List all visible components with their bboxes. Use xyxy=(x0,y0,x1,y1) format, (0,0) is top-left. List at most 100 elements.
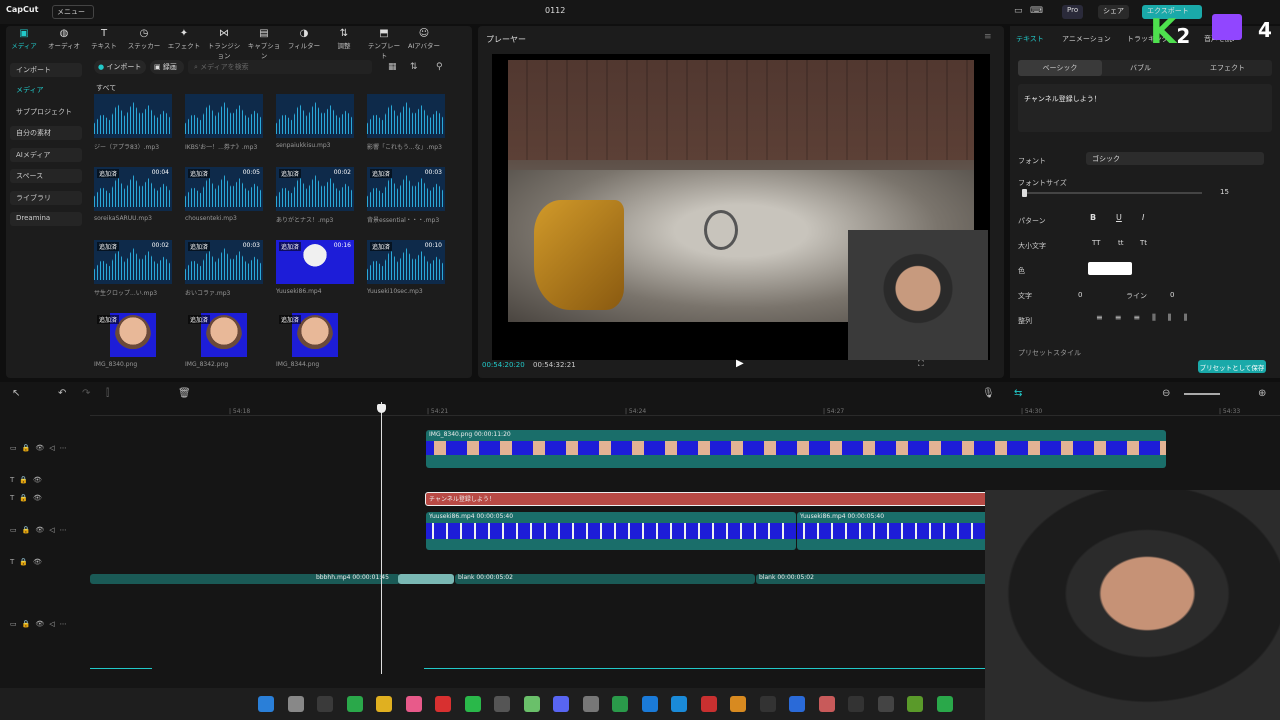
pro-button[interactable]: Pro xyxy=(1062,5,1084,19)
g-icon[interactable] xyxy=(759,696,776,712)
sidebar-item[interactable]: インポート xyxy=(10,63,82,77)
vim-icon[interactable] xyxy=(523,696,540,712)
media-tile[interactable]: 追加済 00:02 サ生クロップ...い.mp3 xyxy=(94,240,172,304)
folder-icon[interactable] xyxy=(376,696,392,712)
track-controls-text-1[interactable]: T🔒👁 xyxy=(10,476,47,484)
playhead-handle[interactable] xyxy=(377,404,386,413)
app-icon[interactable] xyxy=(700,696,717,712)
toolbar-sticker[interactable]: ◷ ステッカー xyxy=(126,28,162,50)
undo-icon[interactable]: ↶ xyxy=(58,388,66,399)
play-icon[interactable]: ▶ xyxy=(736,358,744,369)
bold-icon[interactable]: B xyxy=(1090,213,1096,222)
start-icon[interactable] xyxy=(258,696,274,712)
uppercase-icon[interactable]: TT xyxy=(1092,239,1100,247)
sidebar-item[interactable]: 自分の素材 xyxy=(10,126,82,140)
toolbar-adjust[interactable]: ⇅ 調整 xyxy=(326,28,362,50)
toolbar-caption[interactable]: ▤ キャプション xyxy=(246,28,282,60)
app-icon[interactable] xyxy=(818,696,835,712)
split-icon[interactable]: ⫿ xyxy=(106,388,109,399)
subtab-bubble[interactable]: バブル xyxy=(1130,63,1151,73)
lowercase-icon[interactable]: tt xyxy=(1118,239,1124,247)
image-clip[interactable]: IMG_8340.png 00:00:11:20 xyxy=(426,430,1166,468)
app-icon[interactable] xyxy=(730,696,746,712)
track-controls-text-3[interactable]: T🔒👁 xyxy=(10,558,47,566)
media-tile[interactable]: 追加済 IMG_8344.png xyxy=(276,313,354,377)
color-swatch[interactable] xyxy=(1088,262,1132,275)
sidebar-item[interactable]: ライブラリ xyxy=(10,191,82,205)
sidebar-item[interactable]: AIメディア xyxy=(10,148,82,162)
main-menu-button[interactable]: メニュー xyxy=(52,5,94,19)
app-icon[interactable] xyxy=(936,696,953,712)
lips-icon[interactable] xyxy=(405,696,422,712)
media-tile[interactable]: 追加済 00:16 Yuuseki86.mp4 xyxy=(276,240,354,304)
sidebar-item[interactable]: Dreamina xyxy=(10,212,82,226)
tab-text[interactable]: テキスト xyxy=(1016,34,1044,44)
media-tile[interactable]: 追加済 00:03 おいコラァ.mp3 xyxy=(185,240,263,304)
mic-icon[interactable]: 🎙 xyxy=(982,388,995,399)
line-spacing-value[interactable]: 0 xyxy=(1170,291,1174,299)
select-tool-icon[interactable]: ↖ xyxy=(12,388,20,399)
layout-icon[interactable]: ▭ xyxy=(1014,6,1023,16)
font-size-slider-handle[interactable] xyxy=(1022,189,1027,197)
media-tile[interactable]: 追加済 00:02 ありがとナス！.mp3 xyxy=(276,167,354,231)
media-tile[interactable]: 追加済 00:04 soreikaSARUU.mp3 xyxy=(94,167,172,231)
media-tile[interactable]: ジー（アプラ83）.mp3 xyxy=(94,94,172,158)
fullscreen-icon[interactable]: ⛶ xyxy=(918,359,924,369)
time-ruler[interactable] xyxy=(90,404,1280,416)
xbox-icon[interactable] xyxy=(612,696,628,712)
nvidia-icon[interactable] xyxy=(346,696,363,712)
app-icon[interactable] xyxy=(494,696,510,712)
track-controls-text-2[interactable]: T🔒👁 xyxy=(10,494,47,502)
discord-icon[interactable] xyxy=(553,696,569,712)
toolbar-template[interactable]: ⬒ テンプレート xyxy=(366,28,402,60)
media-tile[interactable]: 追加済 00:05 chousenteki.mp3 xyxy=(185,167,263,231)
sidebar-item[interactable]: サブプロジェクト xyxy=(10,105,82,119)
text-content-input[interactable]: チャンネル登録しよう！ xyxy=(1018,84,1272,132)
grid-view-icon[interactable]: ▦ xyxy=(388,62,397,72)
import-tab-button[interactable]: ● インポート xyxy=(94,60,146,74)
zoom-out-icon[interactable]: ⊖ xyxy=(1162,388,1170,399)
toolbar-filter[interactable]: ◑ フィルター xyxy=(286,28,322,50)
subtab-basic[interactable]: ベーシック xyxy=(1018,60,1102,76)
underline-icon[interactable]: U xyxy=(1116,213,1122,222)
redo-icon[interactable]: ↷ xyxy=(82,388,90,399)
link-icon[interactable]: ⇆ xyxy=(1014,388,1022,399)
toolbar-ai-avatar[interactable]: ☺ AIアバター xyxy=(406,28,442,50)
tab-animation[interactable]: アニメーション xyxy=(1062,34,1111,44)
delete-icon[interactable]: 🗑 xyxy=(178,388,191,399)
track-controls-video[interactable]: ▭🔒👁◁⋯ xyxy=(10,526,72,534)
record-tab-button[interactable]: ▣ 録画 xyxy=(150,60,184,74)
media-tile[interactable]: 追加済 IMG_8342.png xyxy=(185,313,263,377)
record-icon[interactable] xyxy=(435,696,451,712)
selected-clip[interactable] xyxy=(398,574,454,584)
toolbar-transition[interactable]: ⋈ トランジション xyxy=(206,28,242,60)
toolbar-effect[interactable]: ✦ エフェクト xyxy=(166,28,202,50)
app-icon[interactable] xyxy=(317,696,333,712)
share-button[interactable]: シェア xyxy=(1098,5,1129,19)
media-tile[interactable]: 追加済 00:10 Yuuseki10sec.mp3 xyxy=(367,240,445,304)
zoom-in-icon[interactable]: ⊕ xyxy=(1258,388,1266,399)
video-preview[interactable] xyxy=(492,54,990,360)
sidebar-item[interactable]: メディア xyxy=(10,83,82,97)
video-clip[interactable]: Yuuseki86.mp4 00:00:05:40 xyxy=(426,512,796,550)
app-icon[interactable] xyxy=(848,696,864,712)
task-view-icon[interactable] xyxy=(287,696,304,712)
toolbar-media[interactable]: ▣ メディア xyxy=(6,28,42,50)
sidebar-item[interactable]: スペース xyxy=(10,169,82,183)
subtab-effect[interactable]: エフェクト xyxy=(1210,63,1245,73)
media-tile[interactable]: IKBS'お一！...券ナ》.mp3 xyxy=(185,94,263,158)
toolbar-audio[interactable]: ◍ オーディオ xyxy=(46,28,82,50)
track-controls-image[interactable]: ▭🔒👁◁⋯ xyxy=(10,444,72,452)
font-select[interactable]: ゴシック xyxy=(1086,152,1264,165)
save-preset-button[interactable]: プリセットとして保存 xyxy=(1198,360,1266,373)
char-spacing-value[interactable]: 0 xyxy=(1078,291,1082,299)
toolbar-text[interactable]: T テキスト xyxy=(86,28,122,50)
line-icon[interactable] xyxy=(464,696,481,712)
media-tile[interactable]: 追加済 00:03 背景essential・・・.mp3 xyxy=(367,167,445,231)
chrome-icon[interactable] xyxy=(671,696,687,712)
app-icon[interactable] xyxy=(877,696,894,712)
keyboard-icon[interactable]: ⌨ xyxy=(1030,6,1043,16)
align-icons[interactable]: ≡≡≡⫼⫼⫼ xyxy=(1096,313,1199,323)
font-size-value[interactable]: 15 xyxy=(1220,188,1229,196)
font-size-slider[interactable] xyxy=(1022,189,1202,197)
